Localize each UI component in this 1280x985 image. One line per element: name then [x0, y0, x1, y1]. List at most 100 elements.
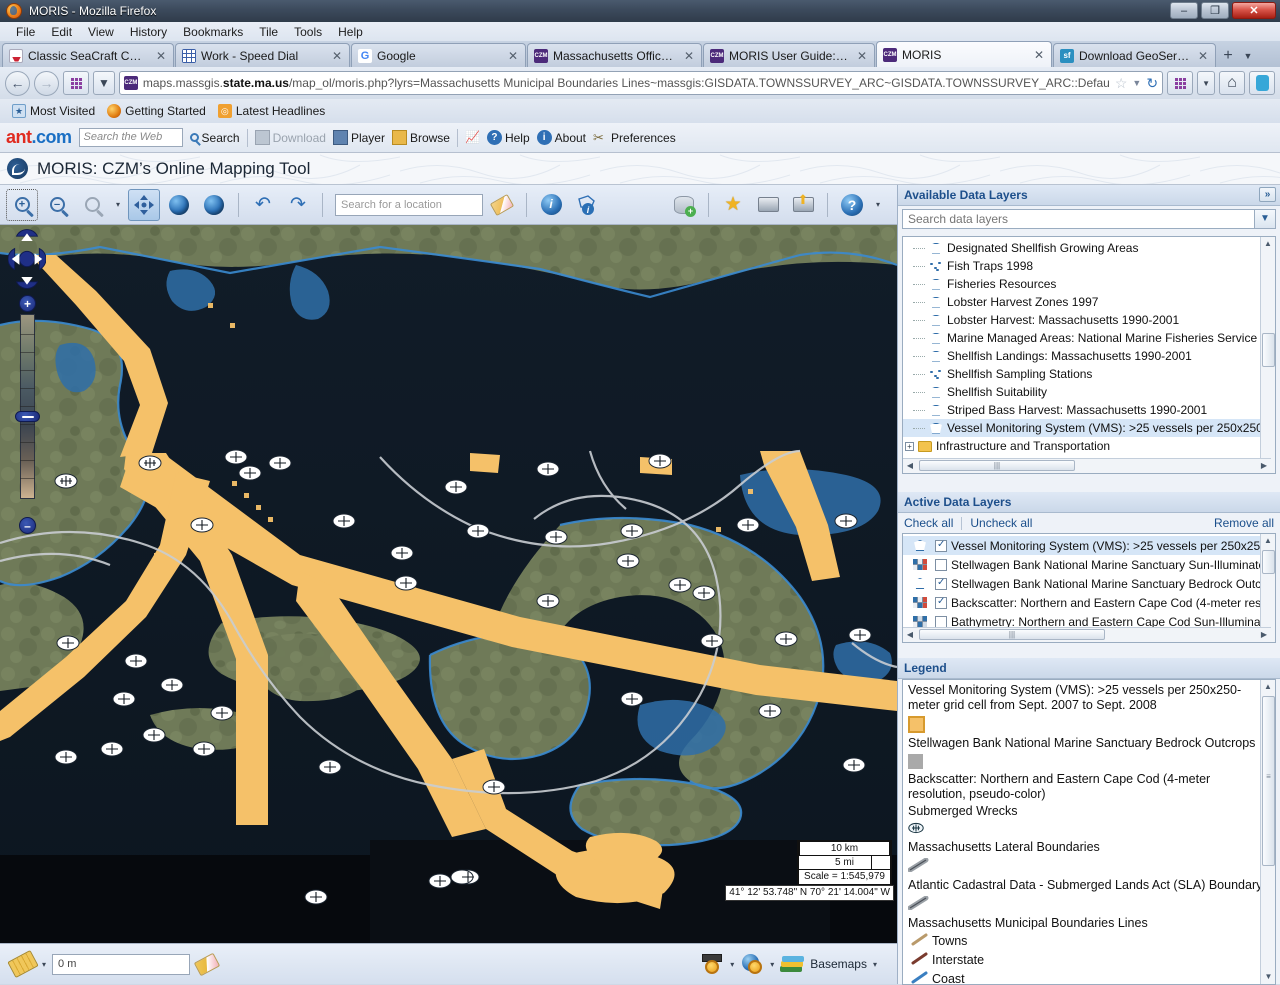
ant-search-input[interactable]: Search the Web [78, 128, 183, 147]
active-layer-row[interactable]: Stellwagen Bank National Marine Sanctuar… [903, 574, 1271, 593]
remove-all-link[interactable]: Remove all [1214, 516, 1274, 530]
browser-tab[interactable]: Classic SeaCraft Comm... ✕ [2, 43, 174, 67]
tab-close-icon[interactable]: ✕ [857, 49, 867, 63]
scroll-up-icon[interactable]: ▲ [1261, 237, 1275, 251]
site-identity-button[interactable] [63, 71, 89, 95]
available-layers-hscrollbar[interactable]: ◀ ▶ ||| [903, 458, 1271, 473]
layer-tree-item[interactable]: Lobster Harvest Zones 1997 [903, 293, 1271, 311]
ant-preferences-button[interactable]: ✂ Preferences [593, 130, 676, 145]
ant-help-button[interactable]: ? Help [486, 130, 530, 145]
tab-close-icon[interactable]: ✕ [332, 49, 342, 63]
basemaps-caret-icon[interactable]: ▾ [873, 960, 877, 969]
minimize-button[interactable]: – [1170, 2, 1198, 19]
bookmark-latest-headlines[interactable]: ◎ Latest Headlines [214, 103, 329, 119]
identify-tool[interactable]: i [535, 189, 567, 221]
layers-icon[interactable] [780, 955, 805, 973]
location-search-input[interactable]: Search for a location [335, 193, 483, 216]
scrollbar-thumb[interactable]: ||| [919, 460, 1075, 471]
zoom-in-button[interactable]: + [19, 295, 36, 312]
layer-tree-item[interactable]: Fish Traps 1998 [903, 257, 1271, 275]
ant-search-button[interactable]: Search [189, 131, 240, 145]
active-layers-hscrollbar[interactable]: ◀ ▶ ||| [903, 627, 1271, 642]
expand-panel-icon[interactable]: » [1259, 187, 1276, 202]
ant-download-button[interactable]: Download [254, 130, 326, 145]
layer-checkbox[interactable] [935, 596, 947, 609]
tab-close-icon[interactable]: ✕ [156, 49, 166, 63]
forward-button[interactable]: → [34, 70, 59, 96]
chart-icon[interactable]: 📈 [465, 130, 480, 145]
scroll-up-icon[interactable]: ▲ [1261, 534, 1275, 548]
close-button[interactable]: ✕ [1232, 2, 1276, 19]
menu-item-help[interactable]: Help [330, 24, 371, 40]
tab-close-icon[interactable]: ✕ [684, 49, 694, 63]
url-bar[interactable]: CZM maps.massgis.state.ma.us/map_ol/mori… [118, 71, 1164, 95]
layer-tree-folder[interactable]: + Infrastructure and Transportation [903, 437, 1271, 455]
layer-checkbox[interactable] [935, 615, 947, 628]
zoom-in-tool[interactable]: + [6, 188, 38, 221]
map-navigation-control[interactable]: + – [8, 229, 46, 534]
menu-item-tile[interactable]: Tile [251, 24, 286, 40]
map-settings-caret-icon[interactable]: ▾ [730, 960, 734, 969]
menu-item-history[interactable]: History [122, 24, 175, 40]
scroll-right-icon[interactable]: ▶ [1257, 459, 1271, 472]
zoom-select-caret[interactable]: ▾ [111, 189, 125, 221]
menu-item-bookmarks[interactable]: Bookmarks [175, 24, 251, 40]
layer-tree-item[interactable]: Shellfish Landings: Massachusetts 1990-2… [903, 347, 1271, 365]
zoom-out-button[interactable]: – [19, 517, 36, 534]
scroll-left-icon[interactable]: ◀ [903, 628, 917, 641]
projection-settings-icon[interactable] [740, 954, 764, 974]
ant-player-button[interactable]: Player [332, 130, 385, 145]
layer-search-input[interactable] [902, 209, 1255, 229]
expand-icon[interactable]: + [905, 441, 914, 451]
active-layer-row[interactable]: Backscatter: Northern and Eastern Cape C… [903, 593, 1271, 612]
redo-tool[interactable]: ↷ [282, 189, 314, 221]
zoom-to-extent-tool[interactable] [198, 189, 230, 221]
new-tab-button[interactable]: + [1217, 45, 1239, 67]
back-button[interactable]: ← [5, 70, 30, 96]
layer-tree-item[interactable]: Marine Managed Areas: National Marine Fi… [903, 329, 1271, 347]
basemaps-label[interactable]: Basemaps [810, 957, 867, 971]
tab-close-icon[interactable]: ✕ [1034, 48, 1044, 62]
reload-icon[interactable]: ↻ [1146, 75, 1158, 92]
zoom-out-tool[interactable]: – [41, 189, 73, 221]
identify-polygon-tool[interactable]: i [570, 189, 602, 221]
tab-close-icon[interactable]: ✕ [508, 49, 518, 63]
measure-caret-icon[interactable]: ▾ [42, 960, 46, 969]
scroll-left-icon[interactable]: ◀ [903, 459, 917, 472]
ant-toolbar-button[interactable] [1249, 71, 1275, 95]
apps-button[interactable] [1167, 71, 1194, 95]
pan-rose-icon[interactable] [8, 229, 46, 289]
bookmark-star-icon[interactable]: ☆ [1115, 75, 1128, 92]
ant-browse-button[interactable]: Browse [391, 130, 450, 145]
active-layer-row[interactable]: Vessel Monitoring System (VMS): >25 vess… [903, 536, 1271, 555]
browser-tab[interactable]: CZM MORIS User Guide: Gett... ✕ [703, 43, 875, 67]
help-tool[interactable]: ? [836, 189, 868, 221]
projection-caret-icon[interactable]: ▾ [770, 960, 774, 969]
pan-tool[interactable] [128, 188, 160, 221]
available-layers-vscrollbar[interactable]: ▲ ▼ [1260, 237, 1275, 473]
scrollbar-thumb[interactable] [1262, 333, 1275, 367]
layer-tree-item-selected[interactable]: Vessel Monitoring System (VMS): >25 vess… [903, 419, 1271, 437]
map-canvas[interactable]: + – 10 km 5 mi Scale = 1:545,979 41° 12'… [0, 225, 897, 943]
measure-value-input[interactable]: 0 m [52, 953, 191, 975]
active-layers-vscrollbar[interactable]: ▲ ▼ [1260, 534, 1275, 642]
layer-tree-item[interactable]: Shellfish Suitability [903, 383, 1271, 401]
scroll-right-icon[interactable]: ▶ [1257, 628, 1271, 641]
layer-tree-item[interactable]: Striped Bass Harvest: Massachusetts 1990… [903, 401, 1271, 419]
undo-tool[interactable]: ↶ [247, 189, 279, 221]
browser-tab[interactable]: G Google ✕ [351, 43, 526, 67]
map-settings-icon[interactable] [700, 954, 724, 974]
chevron-down-icon[interactable]: ▼ [1132, 78, 1141, 88]
layer-tree-item[interactable]: Designated Shellfish Growing Areas [903, 239, 1271, 257]
layer-checkbox[interactable] [935, 577, 947, 590]
clear-measure-icon[interactable] [193, 952, 221, 976]
layer-tree-item[interactable]: Fisheries Resources [903, 275, 1271, 293]
zoom-slider-thumb[interactable] [15, 411, 40, 422]
legend-list[interactable]: Vessel Monitoring System (VMS): >25 vess… [902, 679, 1276, 985]
layer-tree-item[interactable]: Shellfish Sampling Stations [903, 365, 1271, 383]
ruler-icon[interactable] [7, 949, 39, 979]
uncheck-all-link[interactable]: Uncheck all [970, 516, 1032, 530]
maximize-button[interactable]: ❐ [1201, 2, 1229, 19]
bookmark-getting-started[interactable]: Getting Started [103, 103, 210, 119]
home-button[interactable]: ⌂ [1219, 71, 1245, 95]
